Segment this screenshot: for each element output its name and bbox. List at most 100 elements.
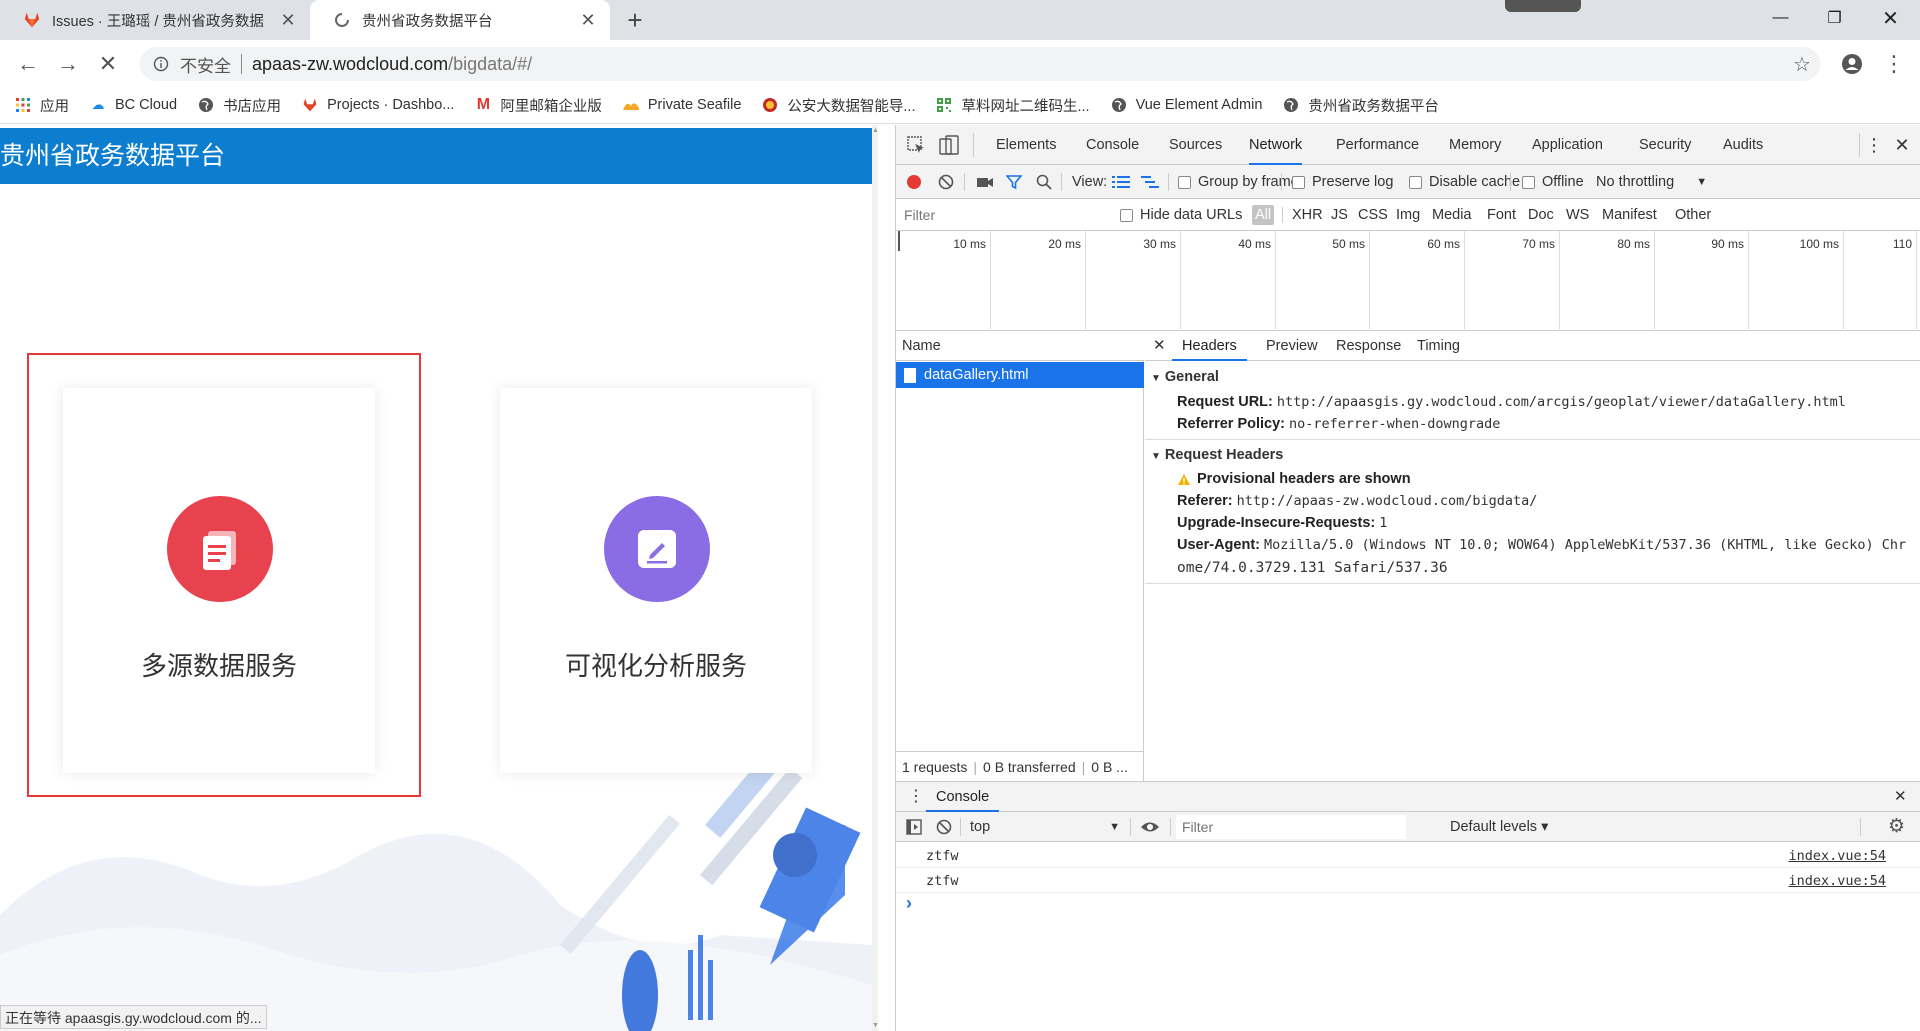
filter-type-all[interactable]: All	[1252, 205, 1275, 225]
screenshot-camera-icon[interactable]	[976, 165, 994, 199]
bookmark-star-icon[interactable]: ☆	[1788, 50, 1816, 78]
filter-type-img[interactable]: Img	[1396, 199, 1420, 231]
filter-type-manifest[interactable]: Manifest	[1602, 199, 1657, 231]
checkbox-box[interactable]	[1409, 175, 1422, 189]
message-source-link[interactable]: index.vue:54	[1788, 848, 1886, 864]
devtools-tab-application[interactable]: Application	[1532, 125, 1603, 165]
devtools-tab-audits[interactable]: Audits	[1723, 125, 1763, 165]
clear-console-icon[interactable]	[936, 819, 952, 839]
menu-kebab-icon[interactable]: ⋮	[1880, 50, 1908, 78]
preserve-log-checkbox[interactable]: Preserve log	[1292, 165, 1393, 199]
profile-avatar-icon[interactable]	[1838, 50, 1866, 78]
bookmark-item[interactable]: M 阿里邮箱企业版	[474, 95, 602, 116]
devtools-menu-icon[interactable]: ⋮	[1864, 125, 1884, 165]
drawer-close-icon[interactable]: ✕	[1894, 787, 1907, 805]
visual-analysis-card[interactable]: 可视化分析服务	[500, 388, 812, 773]
detail-tab-headers[interactable]: Headers	[1172, 331, 1247, 361]
filter-funnel-icon[interactable]	[1006, 165, 1022, 199]
bookmark-item[interactable]: ☁ BC Cloud	[89, 96, 178, 114]
tab-close-icon[interactable]: ✕	[578, 10, 598, 31]
devtools-tab-memory[interactable]: Memory	[1449, 125, 1501, 165]
detail-tab-response[interactable]: Response	[1336, 331, 1401, 361]
console-filter-input[interactable]	[1176, 815, 1406, 839]
console-tab[interactable]: Console	[926, 782, 1000, 812]
log-levels-select[interactable]: Default levels ▾	[1450, 812, 1548, 842]
console-drawer: ⋮ Console ✕ top ▼ Default levels ▾ ⚙ ztfw…	[896, 781, 1920, 1031]
checkbox-box[interactable]	[1178, 175, 1191, 189]
sidebar-toggle-icon[interactable]	[906, 819, 922, 839]
devtools-tab-console[interactable]: Console	[1086, 125, 1139, 165]
network-filter-input[interactable]	[902, 203, 1098, 227]
filter-type-js[interactable]: JS	[1331, 199, 1348, 231]
request-headers-section-toggle[interactable]: ▼ Request Headers	[1151, 447, 1283, 463]
close-window-button[interactable]: ✕	[1862, 0, 1919, 36]
large-rows-icon[interactable]	[1112, 165, 1130, 199]
request-list-header[interactable]: Name	[896, 331, 1144, 361]
referrer-policy-row: Referrer Policy: no-referrer-when-downgr…	[1177, 416, 1500, 432]
bookmark-item[interactable]: Projects · Dashbo...	[301, 96, 454, 114]
close-detail-icon[interactable]: ✕	[1153, 336, 1166, 354]
devtools-tab-elements[interactable]: Elements	[996, 125, 1056, 165]
page-scrollbar[interactable]: ▲ ▼	[872, 125, 878, 1031]
console-settings-gear-icon[interactable]: ⚙	[1888, 815, 1905, 838]
devtools-tab-security[interactable]: Security	[1639, 125, 1691, 165]
new-tab-button[interactable]: +	[620, 6, 650, 34]
info-icon[interactable]	[150, 53, 172, 75]
stop-loading-icon[interactable]: ✕	[94, 50, 122, 78]
devtools-close-icon[interactable]: ✕	[1892, 125, 1912, 165]
bookmark-item[interactable]: 贵州省政务数据平台	[1282, 95, 1439, 116]
request-row-selected[interactable]: dataGallery.html	[896, 362, 1144, 388]
throttling-select[interactable]: No throttling ▼	[1596, 165, 1707, 199]
detail-tab-timing[interactable]: Timing	[1417, 331, 1460, 361]
waterfall-overview-icon[interactable]	[1141, 165, 1159, 199]
minimize-button[interactable]: —	[1752, 0, 1809, 36]
inspect-element-icon[interactable]	[906, 135, 926, 159]
filter-type-media[interactable]: Media	[1432, 199, 1472, 231]
clear-icon[interactable]	[938, 165, 954, 199]
police-badge-icon	[761, 96, 779, 114]
console-prompt[interactable]: ›	[906, 893, 1906, 917]
bookmark-item[interactable]: Vue Element Admin	[1110, 96, 1262, 114]
checkbox-box[interactable]	[1522, 175, 1535, 189]
disable-cache-checkbox[interactable]: Disable cache	[1409, 165, 1520, 199]
edit-pen-icon	[604, 496, 710, 602]
live-expression-eye-icon[interactable]	[1140, 820, 1160, 838]
filter-type-ws[interactable]: WS	[1566, 199, 1589, 231]
drawer-menu-icon[interactable]: ⋮	[908, 786, 924, 806]
hide-data-urls-checkbox[interactable]: Hide data URLs	[1120, 199, 1242, 231]
devtools-tab-performance[interactable]: Performance	[1336, 125, 1419, 165]
filter-type-css[interactable]: CSS	[1358, 199, 1388, 231]
checkbox-box[interactable]	[1120, 208, 1133, 222]
bookmark-item[interactable]: 草料网址二维码生...	[935, 95, 1090, 116]
forward-icon[interactable]: →	[54, 50, 82, 78]
filter-type-font[interactable]: Font	[1487, 199, 1516, 231]
address-bar[interactable]: 不安全 apaas-zw.wodcloud.com /bigdata/#/	[140, 47, 1820, 81]
devtools-tab-sources[interactable]: Sources	[1169, 125, 1222, 165]
network-timeline-overview[interactable]: 10 ms 20 ms 30 ms 40 ms 50 ms 60 ms 70 m…	[896, 231, 1920, 331]
filter-type-doc[interactable]: Doc	[1528, 199, 1554, 231]
bookmark-item[interactable]: 公安大数据智能导...	[761, 95, 915, 116]
context-select[interactable]: top ▼	[970, 812, 1120, 842]
tab-close-icon[interactable]: ✕	[278, 10, 298, 31]
detail-tab-preview[interactable]: Preview	[1266, 331, 1318, 361]
offline-checkbox[interactable]: Offline	[1522, 165, 1584, 199]
device-toolbar-icon[interactable]	[938, 134, 960, 160]
bookmark-item[interactable]: 应用	[14, 95, 69, 116]
view-label: View:	[1072, 174, 1108, 190]
checkbox-box[interactable]	[1292, 175, 1305, 189]
bookmark-label: Projects · Dashbo...	[327, 97, 455, 113]
devtools-tab-network[interactable]: Network	[1249, 125, 1303, 165]
maximize-button[interactable]: ❐	[1806, 0, 1863, 36]
record-icon[interactable]	[906, 165, 922, 199]
search-icon[interactable]	[1036, 165, 1052, 199]
filter-type-other[interactable]: Other	[1675, 199, 1711, 231]
bookmark-item[interactable]: Private Seafile	[622, 96, 741, 114]
back-icon[interactable]: ←	[14, 50, 42, 78]
message-source-link[interactable]: index.vue:54	[1788, 873, 1886, 889]
filter-type-xhr[interactable]: XHR	[1292, 199, 1323, 231]
browser-tab-issues[interactable]: Issues · 王璐瑶 / 贵州省政务数据 ✕	[0, 0, 310, 40]
general-section-toggle[interactable]: ▼ General	[1151, 369, 1219, 385]
browser-tab-active[interactable]: 贵州省政务数据平台 ✕	[310, 0, 610, 40]
divider	[1281, 173, 1282, 191]
bookmark-item[interactable]: 书店应用	[197, 95, 281, 116]
